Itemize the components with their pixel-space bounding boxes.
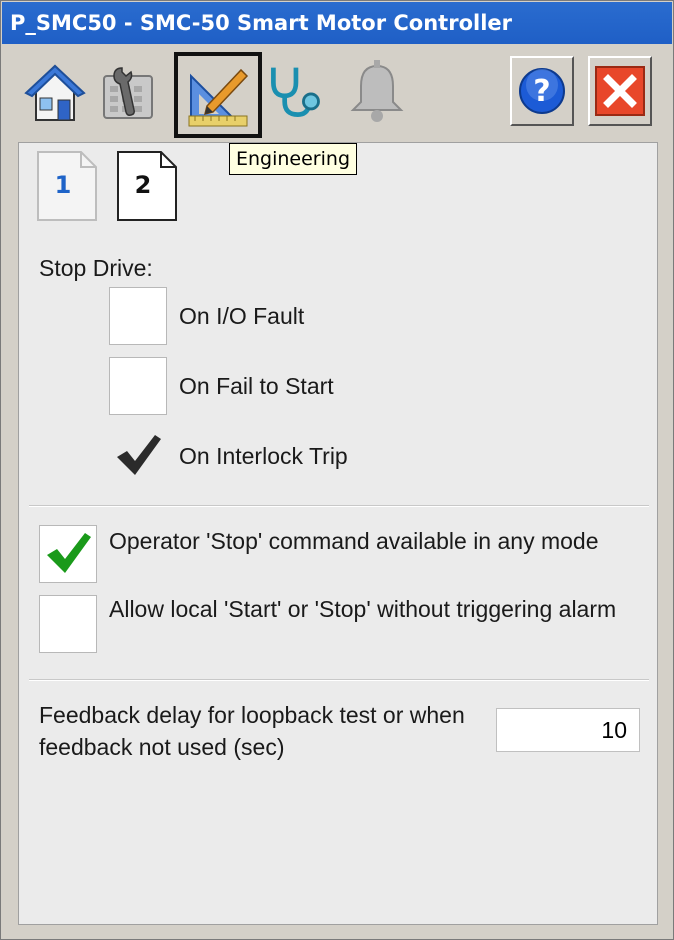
svg-text:?: ? <box>533 74 550 109</box>
allow-local-no-alarm-label: Allow local 'Start' or 'Stop' without tr… <box>109 596 617 622</box>
alarms-tab[interactable] <box>346 58 408 128</box>
page-tab-1-label: 1 <box>54 171 72 199</box>
stop-drive-heading: Stop Drive: <box>39 255 153 281</box>
help-button[interactable]: ? <box>510 56 574 126</box>
maintenance-tab[interactable] <box>96 58 158 128</box>
close-icon <box>595 66 645 116</box>
help-icon: ? <box>519 68 565 114</box>
allow-local-no-alarm-checkbox[interactable] <box>39 595 97 653</box>
stop-on-fail-to-start-label: On Fail to Start <box>179 373 334 399</box>
stop-on-io-fault-label: On I/O Fault <box>179 303 305 329</box>
page-tab-2[interactable]: 2 <box>117 151 177 221</box>
stop-on-fail-to-start-checkbox[interactable] <box>109 357 167 415</box>
engineering-panel: 1 2 Stop Drive: On I/O Fault On Fail to … <box>18 142 658 925</box>
section-divider <box>29 679 649 681</box>
stop-on-interlock-trip-checkbox[interactable] <box>109 427 167 485</box>
bell-icon <box>350 60 404 122</box>
close-button[interactable] <box>588 56 652 126</box>
page-tab-2-label: 2 <box>134 171 152 199</box>
checkmark-icon <box>47 533 91 573</box>
operator-stop-any-mode-checkbox[interactable] <box>39 525 97 583</box>
maintenance-icon <box>103 67 153 119</box>
home-icon <box>24 64 86 121</box>
stop-on-io-fault-checkbox[interactable] <box>109 287 167 345</box>
window-title: P_SMC50 - SMC-50 Smart Motor Controller <box>10 11 513 35</box>
title-bar: P_SMC50 - SMC-50 Smart Motor Controller <box>2 2 672 44</box>
toolbar: ? <box>2 44 672 142</box>
section-divider <box>29 505 649 507</box>
faceplate-window: P_SMC50 - SMC-50 Smart Motor Controller <box>0 0 674 940</box>
feedback-delay-input[interactable]: 10 <box>496 708 640 752</box>
operator-stop-any-mode-label: Operator 'Stop' command available in any… <box>109 528 599 554</box>
checkmark-icon <box>117 435 161 475</box>
home-tab[interactable] <box>24 58 86 128</box>
engineering-icon <box>188 68 249 127</box>
stop-on-interlock-trip-label: On Interlock Trip <box>179 443 348 469</box>
engineering-tooltip: Engineering <box>229 143 357 175</box>
engineering-tab[interactable] <box>174 52 262 138</box>
stethoscope-icon <box>271 67 320 117</box>
feedback-delay-label: Feedback delay for loopback test or when… <box>39 702 465 760</box>
diagnostics-tab[interactable] <box>264 58 326 128</box>
page-tab-1[interactable]: 1 <box>37 151 97 221</box>
